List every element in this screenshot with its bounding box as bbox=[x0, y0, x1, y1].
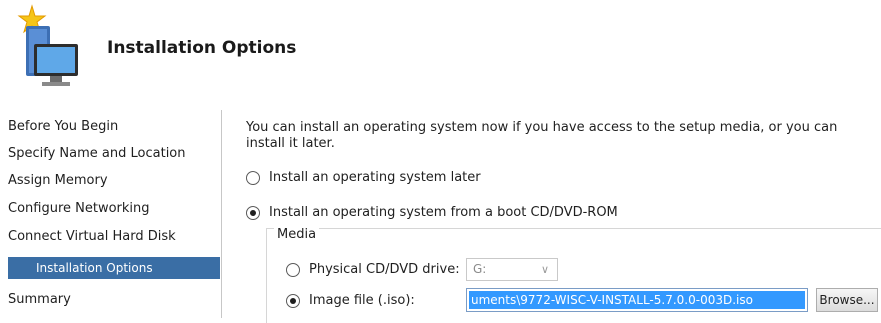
install-later-radio[interactable] bbox=[246, 170, 260, 185]
physical-drive-option[interactable]: Physical CD/DVD drive: bbox=[286, 262, 460, 277]
computer-wizard-icon bbox=[17, 4, 78, 86]
installation-options-panel: You can install an operating system now … bbox=[222, 110, 881, 323]
sidebar-item-connect-virtual-hard-disk[interactable]: Connect Virtual Hard Disk bbox=[8, 226, 220, 248]
media-group-label: Media bbox=[274, 227, 320, 242]
image-file-label: Image file (.iso): bbox=[309, 293, 415, 308]
install-from-boot-radio[interactable] bbox=[246, 205, 260, 220]
wizard-steps-sidebar: Before You Begin Specify Name and Locati… bbox=[0, 112, 220, 318]
image-file-radio[interactable] bbox=[286, 293, 300, 308]
install-later-option[interactable]: Install an operating system later bbox=[246, 170, 481, 185]
physical-drive-select[interactable]: G: ∨ bbox=[466, 258, 558, 281]
image-file-option[interactable]: Image file (.iso): bbox=[286, 293, 415, 308]
sidebar-item-before-you-begin[interactable]: Before You Begin bbox=[8, 116, 220, 138]
sidebar-item-summary[interactable]: Summary bbox=[8, 289, 220, 311]
sidebar-item-specify-name-location[interactable]: Specify Name and Location bbox=[8, 143, 220, 165]
sidebar-item-assign-memory[interactable]: Assign Memory bbox=[8, 170, 220, 192]
image-file-path-input[interactable]: uments\9772-WISC-V-INSTALL-5.7.0.0-003D.… bbox=[466, 288, 808, 312]
browse-button[interactable]: Browse... bbox=[816, 288, 878, 312]
install-later-label: Install an operating system later bbox=[269, 170, 481, 185]
sidebar-item-installation-options[interactable]: Installation Options bbox=[8, 257, 220, 279]
chevron-down-icon: ∨ bbox=[540, 263, 549, 276]
install-from-boot-label: Install an operating system from a boot … bbox=[269, 205, 618, 220]
image-file-path-value: uments\9772-WISC-V-INSTALL-5.7.0.0-003D.… bbox=[469, 291, 805, 309]
install-from-boot-option[interactable]: Install an operating system from a boot … bbox=[246, 205, 618, 220]
sidebar-item-configure-networking[interactable]: Configure Networking bbox=[8, 198, 220, 220]
wizard-header: Installation Options bbox=[0, 0, 881, 100]
intro-text: You can install an operating system now … bbox=[246, 120, 838, 151]
page-title: Installation Options bbox=[107, 38, 297, 58]
physical-drive-value: G: bbox=[473, 262, 487, 276]
physical-drive-label: Physical CD/DVD drive: bbox=[309, 262, 460, 277]
physical-drive-radio[interactable] bbox=[286, 262, 300, 277]
